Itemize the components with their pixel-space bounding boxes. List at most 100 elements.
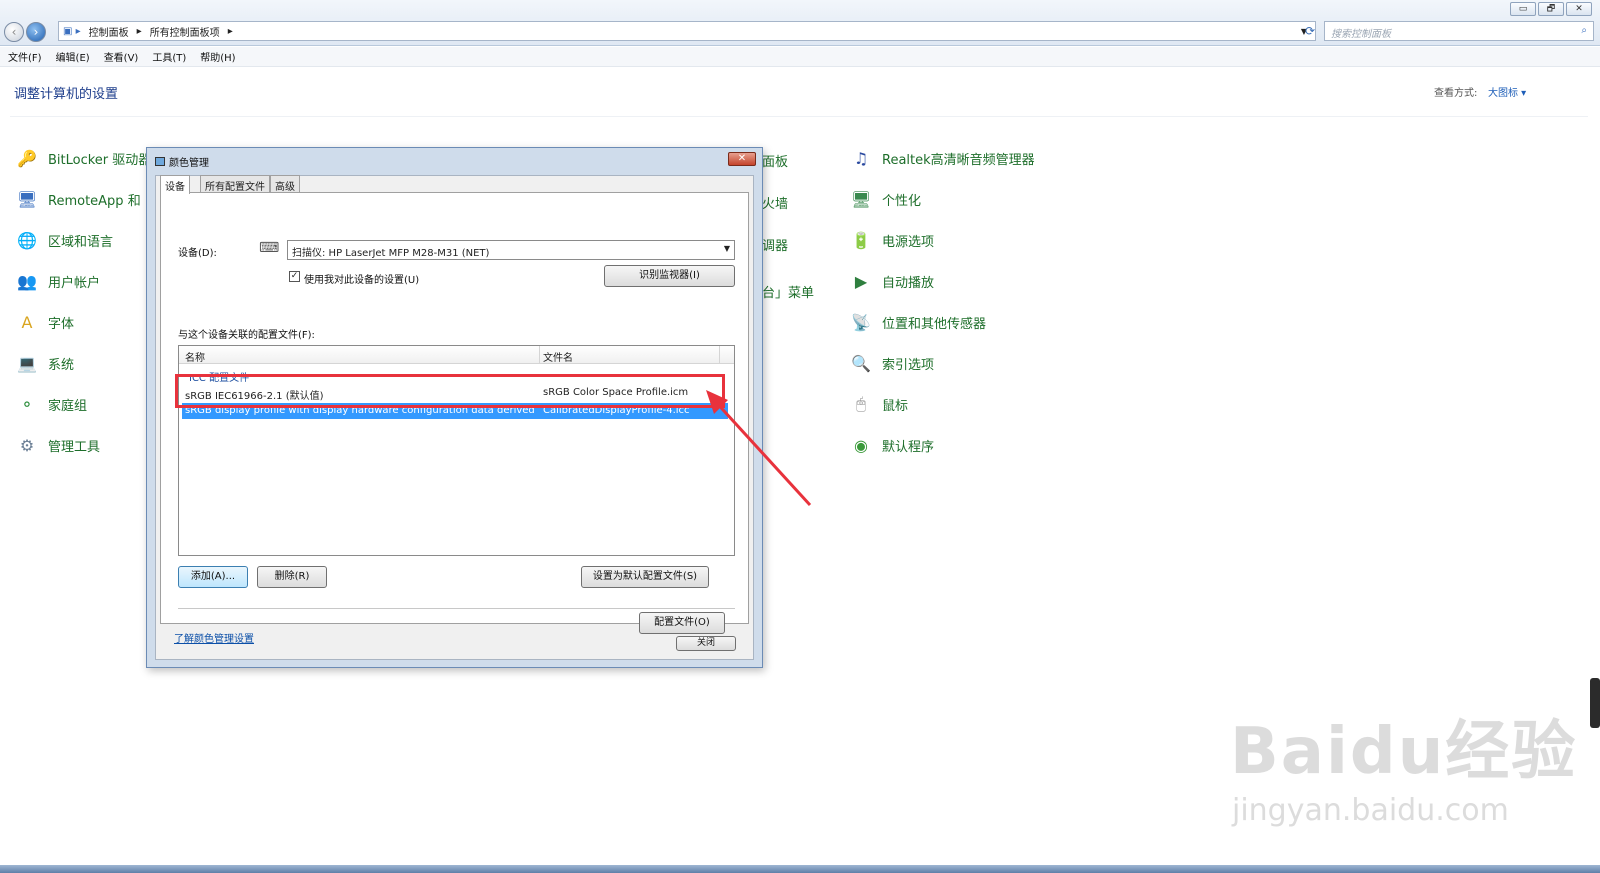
middle-item[interactable]: 火墙: [762, 193, 814, 212]
system-icon: 💻: [17, 353, 37, 373]
right-item[interactable]: 📡 位置和其他传感器: [848, 308, 1035, 336]
left-item[interactable]: 🌐 区域和语言: [14, 226, 151, 254]
tab-all-profiles[interactable]: 所有配置文件: [200, 175, 270, 193]
users-icon: 👥: [17, 271, 37, 291]
left-item-label: 字体: [48, 316, 75, 332]
right-item[interactable]: 🖱 鼠标: [848, 390, 1035, 418]
restore-button[interactable]: 🗗: [1538, 2, 1564, 16]
highlight-box-annotation: [175, 374, 725, 408]
left-item[interactable]: ⚙ 管理工具: [14, 431, 151, 459]
chevron-down-icon: ▼: [723, 244, 730, 253]
right-item[interactable]: 🖥 个性化: [848, 185, 1035, 213]
homegroup-icon: ⚬: [20, 394, 34, 414]
device-select[interactable]: 扫描仪: HP LaserJet MFP M28-M31 (NET) ▼: [287, 240, 735, 260]
menu-view[interactable]: 查看(V): [104, 49, 139, 64]
add-button[interactable]: 添加(A)...: [178, 566, 248, 588]
use-my-settings-checkbox[interactable]: ✓: [289, 271, 300, 282]
left-item-label: 系统: [48, 357, 75, 373]
globe-icon: 🌐: [17, 230, 37, 250]
remoteapp-icon: 🖥: [16, 189, 38, 209]
right-item[interactable]: 🔍 索引选项: [848, 349, 1035, 377]
middle-item[interactable]: 面板: [762, 151, 814, 170]
dialog-body: 设备 所有配置文件 高级 设备(D): ⌨ 扫描仪: HP LaserJet M…: [155, 175, 754, 660]
left-item[interactable]: A 字体: [14, 308, 151, 336]
device-label: 设备(D):: [178, 248, 217, 259]
learn-color-management-link[interactable]: 了解颜色管理设置: [174, 630, 254, 645]
device-select-value: 扫描仪: HP LaserJet MFP M28-M31 (NET): [292, 248, 490, 259]
tab-advanced[interactable]: 高级: [270, 175, 300, 193]
right-item-label: 默认程序: [882, 439, 935, 455]
bitlocker-icon: 🔑: [17, 148, 37, 168]
remove-button[interactable]: 删除(R): [257, 566, 327, 588]
search-icon[interactable]: ⌕: [1581, 25, 1587, 37]
right-item[interactable]: 🔋 电源选项: [848, 226, 1035, 254]
tab-devices[interactable]: 设备: [160, 175, 190, 194]
right-item[interactable]: ♫ Realtek高清晰音频管理器: [848, 144, 1035, 172]
left-item[interactable]: 👥 用户帐户: [14, 267, 151, 295]
middle-item[interactable]: 调器: [762, 235, 814, 254]
breadcrumb-separator: ▸: [227, 25, 233, 37]
set-default-button[interactable]: 设置为默认配置文件(S): [581, 566, 709, 588]
watermark-url: jingyan.baidu.com: [1232, 793, 1509, 828]
use-my-settings-label: 使用我对此设备的设置(U): [304, 275, 420, 286]
search-input[interactable]: 搜索控制面板 ⌕: [1324, 21, 1594, 41]
left-item-label: RemoteApp 和: [48, 193, 141, 209]
breadcrumb-all-items[interactable]: 所有控制面板项: [150, 24, 220, 39]
search-placeholder: 搜索控制面板: [1331, 29, 1391, 40]
window-controls: ▭ 🗗 ✕: [1510, 2, 1592, 16]
menu-tools[interactable]: 工具(T): [152, 49, 186, 64]
right-item-label: 电源选项: [882, 234, 935, 250]
menu-bar: 文件(F) 编辑(E) 查看(V) 工具(T) 帮助(H): [0, 47, 1600, 67]
forward-button[interactable]: ›: [26, 22, 46, 42]
computer-icon: ▣ ▸: [63, 25, 81, 37]
identify-monitors-button[interactable]: 识别监视器(I): [604, 265, 735, 287]
left-item[interactable]: ⚬ 家庭组: [14, 390, 151, 418]
back-button[interactable]: ‹: [4, 22, 24, 42]
divider: [10, 116, 1588, 117]
left-item[interactable]: 💻 系统: [14, 349, 151, 377]
list-header: 名称 文件名: [179, 346, 734, 364]
color-management-icon: [155, 157, 165, 166]
realtek-icon: ♫: [853, 148, 869, 168]
divider: [178, 608, 735, 609]
right-item-label: 鼠标: [882, 398, 909, 414]
scrollbar-handle[interactable]: [1590, 678, 1600, 728]
view-by-dropdown[interactable]: 大图标 ▾: [1488, 84, 1526, 99]
scanner-icon: ⌨: [259, 240, 280, 256]
minimize-button[interactable]: ▭: [1510, 2, 1536, 16]
menu-file[interactable]: 文件(F): [8, 49, 42, 64]
left-item-label: 用户帐户: [48, 275, 101, 291]
mouse-icon: 🖱: [856, 394, 866, 413]
right-item[interactable]: ▶ 自动播放: [848, 267, 1035, 295]
dialog-title: 颜色管理: [169, 158, 209, 169]
menu-edit[interactable]: 编辑(E): [56, 49, 90, 64]
left-item-label: 区域和语言: [48, 234, 114, 250]
menu-help[interactable]: 帮助(H): [200, 49, 235, 64]
profiles-button[interactable]: 配置文件(O): [639, 612, 725, 634]
breadcrumb-control-panel[interactable]: 控制面板: [89, 24, 129, 39]
refresh-icon[interactable]: ⟳: [1300, 21, 1320, 41]
tab-panel: 设备(D): ⌨ 扫描仪: HP LaserJet MFP M28-M31 (N…: [160, 192, 749, 645]
middle-item-column: 面板 火墙 调器 台」菜单: [762, 151, 814, 301]
address-bar[interactable]: ▣ ▸ 控制面板 ▸ 所有控制面板项 ▸ ▼: [58, 21, 1316, 41]
left-item[interactable]: 🔑 BitLocker 驱动器: [14, 144, 151, 172]
sensor-icon: 📡: [851, 312, 871, 332]
view-by-label: 查看方式:: [1434, 88, 1478, 99]
column-divider: [539, 346, 540, 364]
right-item-label: 索引选项: [882, 357, 935, 373]
column-name-header[interactable]: 名称: [185, 349, 205, 364]
autoplay-icon: ▶: [854, 271, 868, 291]
default-programs-icon: ◉: [854, 435, 868, 455]
left-item-label: BitLocker 驱动器: [48, 152, 152, 168]
taskbar: [0, 865, 1600, 873]
right-item[interactable]: ◉ 默认程序: [848, 431, 1035, 459]
dialog-close-button[interactable]: ✕: [728, 152, 756, 166]
right-item-column: ♫ Realtek高清晰音频管理器 🖥 个性化 🔋 电源选项 ▶ 自动播放 📡 位置和其他传感器 🔍…: [848, 144, 1035, 459]
admin-tools-icon: ⚙: [19, 435, 35, 455]
close-window-button[interactable]: ✕: [1566, 2, 1592, 16]
middle-item[interactable]: 台」菜单: [762, 282, 814, 301]
font-icon: A: [21, 312, 33, 332]
left-item[interactable]: 🖥 RemoteApp 和: [14, 185, 151, 213]
close-button[interactable]: 关闭: [676, 636, 736, 651]
column-file-header[interactable]: 文件名: [543, 349, 573, 364]
